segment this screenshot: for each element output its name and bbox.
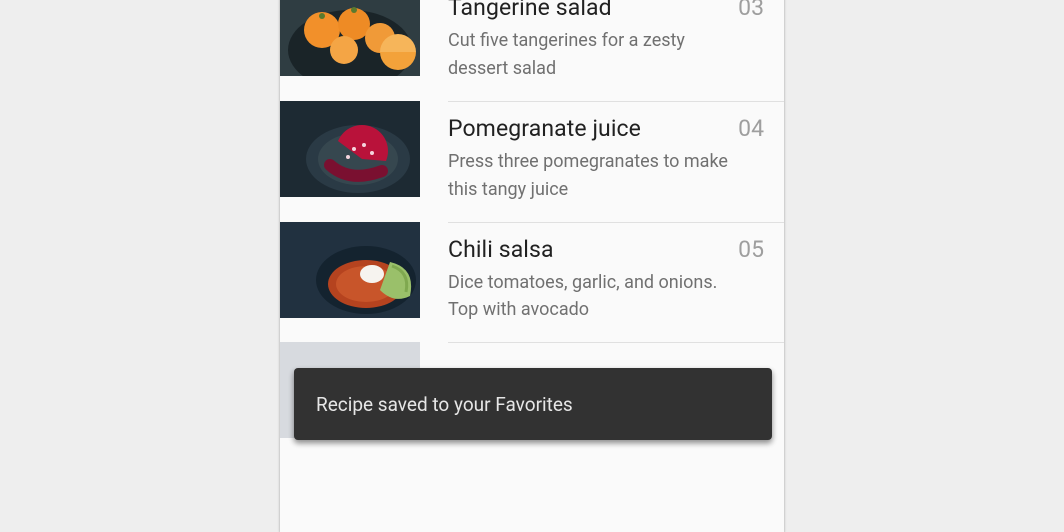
recipe-index: 04 — [738, 115, 764, 142]
recipe-content: Pomegranate juice 04 Press three pomegra… — [420, 101, 784, 222]
recipe-thumbnail — [280, 101, 420, 197]
recipe-description: Press three pomegranates to make this ta… — [448, 148, 728, 204]
recipe-content: Chili salsa 05 Dice tomatoes, garlic, an… — [420, 222, 784, 343]
recipe-row[interactable]: Pomegranate juice 04 Press three pomegra… — [280, 101, 784, 222]
recipe-row[interactable]: Chili salsa 05 Dice tomatoes, garlic, an… — [280, 222, 784, 343]
recipe-thumbnail — [280, 222, 420, 318]
recipe-index: 03 — [738, 0, 764, 21]
recipe-row[interactable]: Tangerine salad 03 Cut five tangerines f… — [280, 0, 784, 101]
snackbar-message: Recipe saved to your Favorites — [316, 393, 573, 416]
app-viewport: Tangerine salad 03 Cut five tangerines f… — [280, 0, 784, 532]
recipe-description: Dice tomatoes, garlic, and onions. Top w… — [448, 269, 728, 325]
recipe-title: Chili salsa — [448, 236, 554, 263]
recipe-title: Pomegranate juice — [448, 115, 641, 142]
snackbar[interactable]: Recipe saved to your Favorites — [294, 368, 772, 440]
recipe-thumbnail — [280, 0, 420, 76]
recipe-index: 05 — [738, 236, 764, 263]
recipe-description: Cut five tangerines for a zesty dessert … — [448, 27, 728, 83]
recipe-content: Tangerine salad 03 Cut five tangerines f… — [420, 0, 784, 101]
recipe-title: Tangerine salad — [448, 0, 612, 21]
